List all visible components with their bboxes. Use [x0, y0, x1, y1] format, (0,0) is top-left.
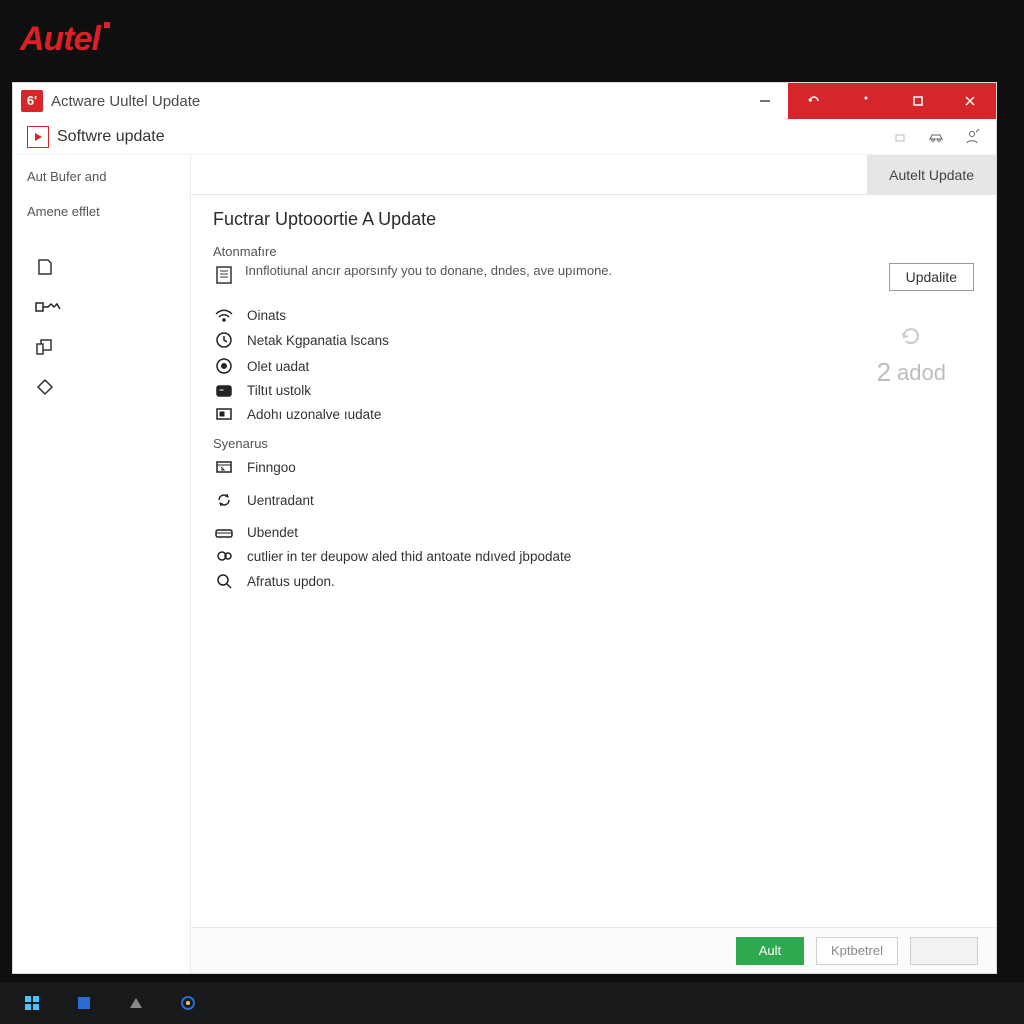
footer-secondary-button[interactable]: Kptbetrel — [816, 937, 898, 965]
list-item[interactable]: Oinats — [213, 303, 974, 327]
sidebar: Aut Bufer and Amene efflet — [13, 155, 191, 973]
maximize-button[interactable] — [892, 83, 944, 119]
update-button[interactable]: Updalite — [889, 263, 974, 291]
wifi-icon — [213, 307, 235, 323]
target-icon — [213, 357, 235, 375]
brand-text: Autel — [20, 20, 100, 58]
list-item[interactable]: Uentradant — [213, 487, 974, 513]
item-list-1: Oinats Netak Kgpanatia lscans Olet uadat… — [213, 303, 974, 426]
sidebar-icon-diamond[interactable] — [13, 367, 190, 407]
sub-titlebar: Softwre update — [13, 119, 996, 155]
restore-button[interactable] — [840, 83, 892, 119]
sidebar-icon-module[interactable] — [13, 327, 190, 367]
list-item-label: Netak Kgpanatia lscans — [247, 333, 389, 348]
item-list-2: Finngoo Uentradant Ubendet cutlier in te… — [213, 455, 974, 594]
list-item[interactable]: cutlier in ter deupow aled thid antoate … — [213, 544, 974, 568]
update-icon — [27, 126, 49, 148]
tab-placeholder-button[interactable] — [882, 119, 918, 155]
list-item[interactable]: Afratus updon. — [213, 568, 974, 594]
search-icon — [213, 572, 235, 590]
content: Fuctrar Uptooortie A Update Atonmafıre I… — [191, 195, 996, 927]
list-item-label: Oinats — [247, 308, 286, 323]
list-item[interactable]: Finngoo — [213, 455, 974, 479]
list-item[interactable]: Netak Kgpanatia lscans — [213, 327, 974, 353]
window-controls — [788, 83, 996, 119]
outer-titlebar: 6' Actware Uultel Update — [13, 83, 996, 119]
main-area: Autelt Update Fuctrar Uptooortie A Updat… — [191, 155, 996, 973]
footer-ghost-button[interactable] — [910, 937, 978, 965]
page-title: Fuctrar Uptooortie A Update — [213, 209, 974, 230]
brand-logo: Autel — [20, 20, 110, 59]
list-item-label: Adohı uzonalve ıudate — [247, 407, 381, 422]
minimize-button[interactable] — [742, 83, 788, 119]
section-label-2: Syenarus — [213, 436, 974, 451]
user-icon[interactable] — [954, 119, 990, 155]
description-row: Innflotiunal ancır aporsınfy you to dona… — [213, 263, 974, 291]
card-icon — [213, 384, 235, 398]
description-text: Innflotiunal ancır aporsınfy you to dona… — [245, 263, 879, 278]
list-item[interactable]: Adohı uzonalve ıudate — [213, 402, 974, 426]
tab-update[interactable]: Autelt Update — [867, 155, 996, 194]
document-icon — [213, 263, 235, 285]
help-button[interactable] — [788, 83, 840, 119]
sync-icon — [213, 491, 235, 509]
taskbar-icon-3[interactable] — [112, 982, 160, 1024]
list-item-label: Afratus updon. — [247, 574, 335, 589]
sidebar-icon-page[interactable] — [13, 247, 190, 287]
box-icon — [213, 406, 235, 422]
brand-band: Autel — [0, 0, 1024, 78]
list-item-label: Olet uadat — [247, 359, 309, 374]
window-title: Actware Uultel Update — [51, 93, 200, 110]
footer-primary-button[interactable]: Ault — [736, 937, 804, 965]
sidebar-item-1[interactable]: Aut Bufer and — [13, 159, 190, 194]
tabbar: Autelt Update — [191, 155, 996, 195]
list-item[interactable]: Tiltıt ustolk — [213, 379, 974, 402]
list-item-label: Uentradant — [247, 493, 314, 508]
brand-dot-icon — [104, 22, 110, 28]
sidebar-item-2[interactable]: Amene efflet — [13, 194, 190, 229]
car-icon[interactable] — [918, 119, 954, 155]
gear-icon — [213, 548, 235, 564]
drive-icon — [213, 526, 235, 540]
taskbar-start-icon[interactable] — [8, 982, 56, 1024]
section-label-1: Atonmafıre — [213, 244, 974, 259]
taskbar-icon-4[interactable] — [164, 982, 212, 1024]
clock-icon — [213, 331, 235, 349]
list-item-label: Finngoo — [247, 460, 296, 475]
list-item-label: cutlier in ter deupow aled thid antoate … — [247, 549, 571, 564]
taskbar — [0, 982, 1024, 1024]
list-item-label: Ubendet — [247, 525, 298, 540]
list-item[interactable]: Olet uadat — [213, 353, 974, 379]
app-window: 6' Actware Uultel Update Softwre update — [12, 82, 997, 974]
app-body: Aut Bufer and Amene efflet Autelt Update — [13, 155, 996, 973]
list-item-label: Tiltıt ustolk — [247, 383, 311, 398]
app-icon: 6' — [21, 90, 43, 112]
footer: Ault Kptbetrel — [191, 927, 996, 973]
list-item[interactable]: Ubendet — [213, 521, 974, 544]
close-button[interactable] — [944, 83, 996, 119]
sub-title: Softwre update — [57, 128, 165, 146]
window-icon — [213, 459, 235, 475]
sidebar-icon-connector[interactable] — [13, 287, 190, 327]
taskbar-icon-2[interactable] — [60, 982, 108, 1024]
